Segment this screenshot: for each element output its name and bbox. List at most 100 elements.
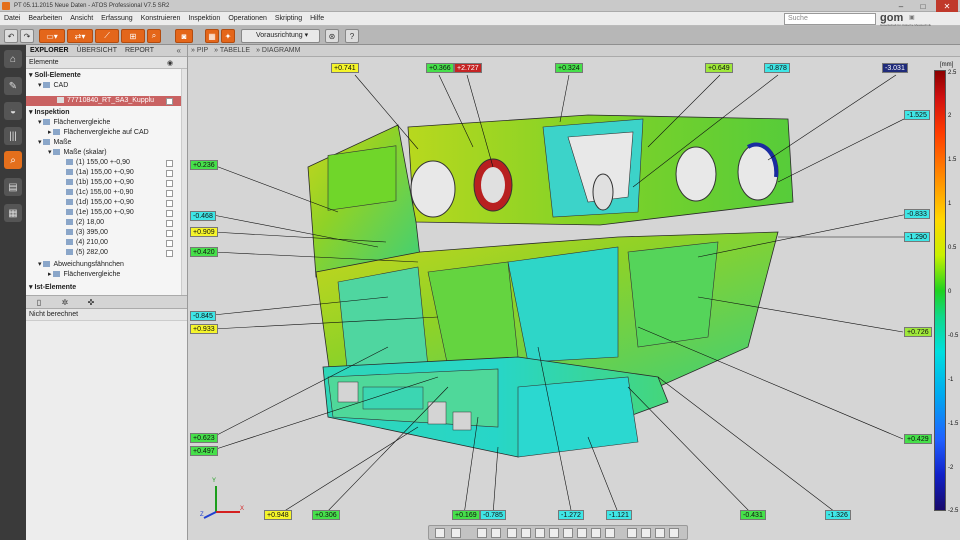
deviation-label[interactable]: +0.169 bbox=[452, 510, 480, 520]
menu-konstruieren[interactable]: Konstruieren bbox=[137, 15, 185, 22]
tool-tab-icon[interactable]: ✜ bbox=[78, 298, 104, 307]
collapse-icon[interactable]: « bbox=[177, 46, 181, 55]
tree-item[interactable]: (1a) 155,00 +-0,90 bbox=[66, 168, 134, 178]
deviation-label[interactable]: -0.845 bbox=[190, 311, 216, 321]
view-button[interactable] bbox=[491, 528, 501, 538]
calculator-icon[interactable]: ▤ bbox=[4, 178, 22, 196]
tree-item[interactable]: ▾ Maße bbox=[38, 138, 71, 148]
deviation-label[interactable]: +0.324 bbox=[555, 63, 583, 73]
visibility-checkbox[interactable] bbox=[166, 180, 173, 187]
transform-dropdown-button[interactable]: ⇄▾ bbox=[67, 29, 93, 43]
view-button[interactable] bbox=[507, 528, 517, 538]
visibility-checkbox[interactable] bbox=[166, 230, 173, 237]
deviation-label[interactable]: +2.727 bbox=[454, 63, 482, 73]
visibility-checkbox[interactable] bbox=[166, 250, 173, 257]
minimize-button[interactable]: – bbox=[890, 0, 912, 12]
menu-inspektion[interactable]: Inspektion bbox=[184, 15, 224, 22]
alignment-select[interactable]: Vorausrichtung ▾ bbox=[241, 29, 320, 43]
grid-icon[interactable]: ▦ bbox=[205, 29, 219, 43]
barcode-icon[interactable]: ||| bbox=[4, 127, 22, 145]
maximize-button[interactable]: □ bbox=[912, 0, 934, 12]
tree-item[interactable]: ▾ Abweichungsfähnchen bbox=[38, 260, 124, 270]
view-button[interactable] bbox=[535, 528, 545, 538]
deviation-label[interactable]: -1.121 bbox=[606, 510, 632, 520]
visibility-checkbox[interactable] bbox=[166, 200, 173, 207]
deviation-label[interactable]: -0.468 bbox=[190, 211, 216, 221]
tree-item[interactable]: ▾ Flächenvergleiche bbox=[38, 118, 110, 128]
visibility-checkbox[interactable] bbox=[166, 210, 173, 217]
tree-item[interactable]: (1b) 155,00 +-0,90 bbox=[66, 178, 134, 188]
3d-viewport[interactable]: +0.741 +0.366 +2.727 +0.324 +0.649 -0.87… bbox=[188, 57, 960, 540]
inspect-icon[interactable]: ⊛ bbox=[325, 29, 339, 43]
tree-item[interactable]: ▾ CAD bbox=[38, 81, 68, 91]
redo-icon[interactable]: ↷ bbox=[20, 29, 34, 43]
undo-icon[interactable]: ↶ bbox=[4, 29, 18, 43]
deviation-label[interactable]: +0.306 bbox=[312, 510, 340, 520]
tree-item[interactable]: ▸ Flächenvergleiche bbox=[48, 270, 120, 280]
wrench-icon[interactable]: ✎ bbox=[4, 77, 22, 95]
deviation-label[interactable]: -0.833 bbox=[904, 209, 930, 219]
menu-bearbeiten[interactable]: Bearbeiten bbox=[24, 15, 66, 22]
window-menu-icon[interactable]: ▣ bbox=[909, 14, 915, 21]
menu-erfassung[interactable]: Erfassung bbox=[97, 15, 137, 22]
deviation-label[interactable]: -0.878 bbox=[764, 63, 790, 73]
search-icon[interactable]: ⌕ bbox=[4, 151, 22, 169]
visibility-checkbox[interactable] bbox=[166, 240, 173, 247]
open-dropdown-button[interactable]: ▭▾ bbox=[39, 29, 65, 43]
deviation-label[interactable]: -0.431 bbox=[740, 510, 766, 520]
view-button[interactable] bbox=[627, 528, 637, 538]
tree-item[interactable]: (4) 210,00 bbox=[66, 238, 108, 248]
view-button[interactable] bbox=[605, 528, 615, 538]
home-icon[interactable]: ⌂ bbox=[4, 50, 22, 68]
tree-item[interactable]: ▾ Maße (skalar) bbox=[48, 148, 107, 158]
measure-button[interactable]: ⊞ bbox=[121, 29, 145, 43]
tree-item[interactable]: (1d) 155,00 +-0,90 bbox=[66, 198, 134, 208]
visibility-checkbox[interactable] bbox=[166, 160, 173, 167]
search-input[interactable]: Suche bbox=[784, 13, 876, 25]
close-button[interactable]: ✕ bbox=[936, 0, 958, 12]
help-button[interactable]: ? bbox=[345, 29, 359, 43]
tree-scrollbar[interactable] bbox=[181, 69, 187, 295]
zoom-icon[interactable]: ⌕ bbox=[147, 29, 161, 43]
menu-hilfe[interactable]: Hilfe bbox=[306, 15, 328, 22]
view-button[interactable] bbox=[563, 528, 573, 538]
deviation-label[interactable]: -1.290 bbox=[904, 232, 930, 242]
deviation-label[interactable]: +0.933 bbox=[190, 324, 218, 334]
tab-uebersicht[interactable]: ÜBERSICHT bbox=[73, 47, 121, 54]
view-button[interactable] bbox=[521, 528, 531, 538]
properties-tab-icon[interactable]: ▯ bbox=[26, 298, 52, 307]
menu-datei[interactable]: Datei bbox=[0, 15, 24, 22]
tab-tabelle[interactable]: » TABELLE bbox=[211, 47, 253, 54]
tree-item[interactable]: ▾ Inspektion bbox=[29, 108, 69, 118]
visibility-checkbox[interactable] bbox=[166, 220, 173, 227]
visibility-checkbox[interactable] bbox=[166, 98, 173, 105]
tree-item[interactable]: ▾ Ist-Elemente bbox=[29, 283, 76, 293]
tree-item[interactable]: (1) 155,00 +-0,90 bbox=[66, 158, 130, 168]
tree-item[interactable]: (1c) 155,00 +-0,90 bbox=[66, 188, 133, 198]
deviation-label[interactable]: +0.236 bbox=[190, 160, 218, 170]
deviation-label[interactable]: -0.785 bbox=[480, 510, 506, 520]
tab-explorer[interactable]: EXPLORER bbox=[26, 47, 73, 54]
deviation-label[interactable]: +0.726 bbox=[904, 327, 932, 337]
view-button[interactable] bbox=[549, 528, 559, 538]
visibility-checkbox[interactable] bbox=[166, 190, 173, 197]
tree-item[interactable]: (2) 18,00 bbox=[66, 218, 104, 228]
deviation-label[interactable]: +0.429 bbox=[904, 434, 932, 444]
tree-item[interactable]: (1e) 155,00 +-0,90 bbox=[66, 208, 134, 218]
car-icon[interactable]: ◒ bbox=[4, 102, 22, 120]
deviation-label[interactable]: -3.031 bbox=[882, 63, 908, 73]
menu-ansicht[interactable]: Ansicht bbox=[66, 15, 97, 22]
construct-button[interactable]: ⟋ bbox=[95, 29, 119, 43]
deviation-label[interactable]: +0.623 bbox=[190, 433, 218, 443]
deviation-label[interactable]: +0.649 bbox=[705, 63, 733, 73]
view-button[interactable] bbox=[669, 528, 679, 538]
view-button[interactable] bbox=[655, 528, 665, 538]
deviation-label[interactable]: +0.366 bbox=[426, 63, 454, 73]
deviation-label[interactable]: +0.948 bbox=[264, 510, 292, 520]
deviation-label[interactable]: -1.525 bbox=[904, 110, 930, 120]
tree-item[interactable]: (5) 282,00 bbox=[66, 248, 108, 258]
view-button[interactable] bbox=[591, 528, 601, 538]
view-button[interactable] bbox=[451, 528, 461, 538]
tree-item[interactable]: 77710840_RT_SA3_Kupplu bbox=[57, 96, 154, 106]
deviation-label[interactable]: +0.909 bbox=[190, 227, 218, 237]
